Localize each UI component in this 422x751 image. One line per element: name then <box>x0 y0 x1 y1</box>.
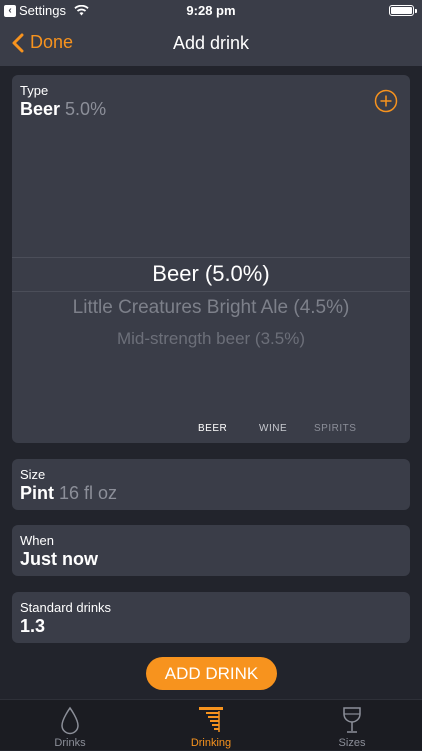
tab-drinks[interactable]: Drinks <box>0 700 140 751</box>
page-title: Add drink <box>172 33 250 53</box>
size-label: Size <box>20 467 46 482</box>
type-value-abv: 5.0% <box>65 99 107 119</box>
segment-spirits[interactable]: SPIRITS <box>314 423 356 434</box>
tab-sizes[interactable]: Sizes <box>282 700 422 751</box>
standard-drinks-label: Standard drinks <box>20 600 112 615</box>
tab-drinking-label: Drinking <box>190 737 232 749</box>
picker-option[interactable]: Mid-strength beer (3.5%) <box>12 329 410 349</box>
add-drink-button[interactable]: ADD DRINK <box>146 657 277 690</box>
status-bar: ‹ Settings 9:28 pm <box>0 0 422 22</box>
picker-top-divider <box>12 257 410 258</box>
battery-icon <box>389 5 417 16</box>
drop-icon <box>61 706 79 735</box>
drinking-icon <box>199 707 223 732</box>
tab-sizes-label: Sizes <box>338 737 366 749</box>
picker-option[interactable]: Little Creatures Bright Ale (4.5%) <box>12 297 410 319</box>
type-label: Type <box>20 83 49 98</box>
type-value: Beer 5.0% <box>20 99 106 120</box>
picker-selected-option[interactable]: Beer (5.0%) <box>12 261 410 287</box>
segment-beer[interactable]: BEER <box>198 423 227 434</box>
size-card[interactable]: Size Pint 16 fl oz <box>12 459 410 510</box>
when-value: Just now <box>20 549 99 569</box>
status-time: 9:28 pm <box>186 3 236 18</box>
picker-bottom-divider <box>12 291 410 292</box>
add-circle-icon[interactable] <box>374 89 398 113</box>
tab-bar: Drinks Drinking Sizes <box>0 699 422 750</box>
standard-drinks-value: 1.3 <box>20 616 46 636</box>
standard-drinks-card[interactable]: Standard drinks 1.3 <box>12 592 410 643</box>
when-label: When <box>20 533 54 548</box>
when-card[interactable]: When Just now <box>12 525 410 576</box>
size-value-volume: 16 fl oz <box>59 483 118 503</box>
navigation-bar: Done Add drink <box>0 22 422 66</box>
glass-icon <box>343 707 361 733</box>
size-value-name: Pint <box>20 483 54 503</box>
type-value-name: Beer <box>20 99 61 119</box>
tab-drinks-label: Drinks <box>54 737 86 749</box>
segment-wine[interactable]: WINE <box>259 423 287 434</box>
type-card: Type Beer 5.0% Beer (5.0%) Little Creatu… <box>12 75 410 443</box>
size-value: Pint 16 fl oz <box>20 483 117 504</box>
tab-drinking[interactable]: Drinking <box>141 700 281 751</box>
